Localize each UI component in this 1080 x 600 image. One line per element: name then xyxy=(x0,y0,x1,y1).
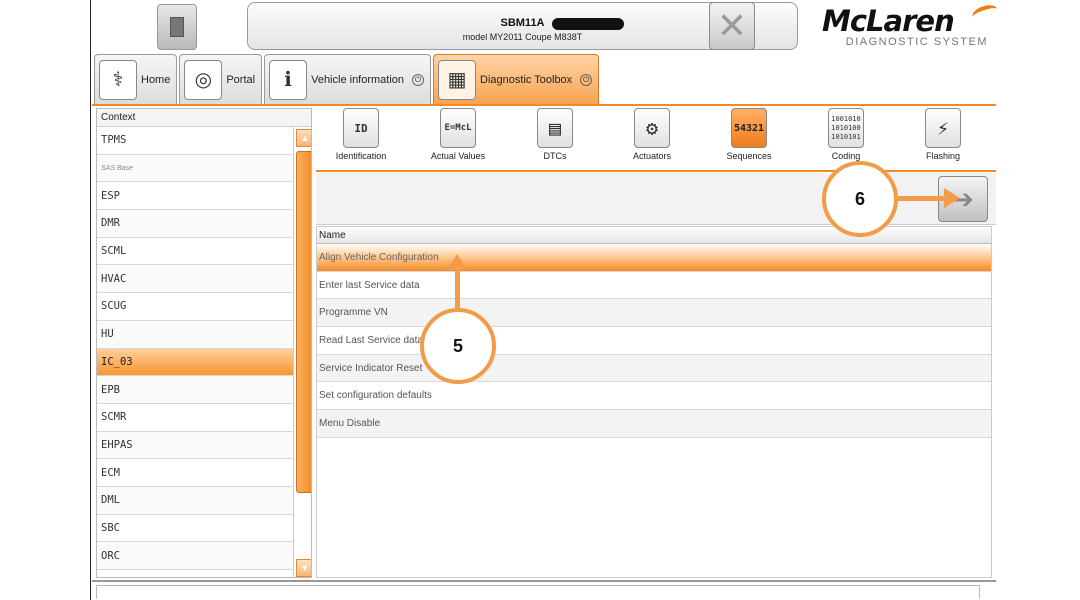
tab-divider xyxy=(92,104,996,106)
vin-label: SBM11A xyxy=(500,17,625,30)
context-item-hvac[interactable]: HVAC xyxy=(97,265,311,294)
dtcs-document-icon: ▤ xyxy=(537,108,573,148)
tool-sequences[interactable]: 54321 Sequences xyxy=(704,108,794,161)
car-info-icon: ℹ xyxy=(269,59,308,100)
mclaren-logo: McLaren DIAGNOSTIC SYSTEM xyxy=(822,2,1002,48)
main-tabs: ⚕ Home ◎ Portal ℹ Vehicle information ⏻ … xyxy=(94,54,600,104)
context-item-tpms[interactable]: TPMS xyxy=(97,127,311,155)
annotation-callout-5: 5 xyxy=(420,308,496,384)
application-window: SBM11A model MY2011 Coupe M838T ✕ McLare… xyxy=(92,0,1000,580)
tool-dtcs[interactable]: ▤ DTCs xyxy=(510,108,600,161)
context-item-ehpas[interactable]: EHPAS xyxy=(97,431,311,460)
annotation-6-label: 6 xyxy=(854,188,865,209)
context-item-scmr[interactable]: SCMR xyxy=(97,404,311,432)
sequence-rows: Align Vehicle Configuration Enter last S… xyxy=(317,244,991,438)
sequence-table: Name Align Vehicle Configuration Enter l… xyxy=(316,226,992,578)
sequence-row-read-last-service-data[interactable]: Read Last Service data xyxy=(317,327,991,355)
tab-vehicle-information[interactable]: ℹ Vehicle information ⏻ xyxy=(264,54,432,104)
coding-binary-icon: 1001010 1010100 1010101 xyxy=(828,108,864,148)
annotation-5-arrow-head-icon xyxy=(447,254,467,270)
sequence-row-enter-last-service-data[interactable]: Enter last Service data xyxy=(317,272,991,300)
sequence-row-menu-disable[interactable]: Menu Disable xyxy=(317,410,991,438)
context-item-scml[interactable]: SCML xyxy=(97,238,311,266)
context-header: Context xyxy=(97,109,311,127)
flashing-icon: ⚡ xyxy=(925,108,961,148)
context-item-dml[interactable]: DML xyxy=(97,486,311,515)
scroll-down-arrow-icon[interactable]: ▼ xyxy=(296,559,311,577)
tab-diagnostic-toolbox[interactable]: ▦ Diagnostic Toolbox ⏻ xyxy=(433,54,600,104)
close-vehicle-button[interactable]: ✕ xyxy=(709,2,755,50)
sequence-row-align-vehicle-configuration[interactable]: Align Vehicle Configuration xyxy=(317,244,991,272)
actuators-icon: ⚙ xyxy=(634,108,670,148)
context-item-orc[interactable]: ORC xyxy=(97,542,311,570)
frame-border xyxy=(90,0,91,600)
tool-dtcs-label: DTCs xyxy=(543,151,567,161)
close-icon: ✕ xyxy=(716,5,748,47)
annotation-callout-6: 6 xyxy=(822,161,898,237)
stethoscope-icon: ⚕ xyxy=(99,59,137,100)
tab-home[interactable]: ⚕ Home xyxy=(94,54,178,104)
tool-actual-values[interactable]: E=McL Actual Values xyxy=(413,108,503,161)
diagnostic-toolbox-bar: ID Identification E=McL Actual Values ▤ … xyxy=(316,108,996,170)
tool-actuators-label: Actuators xyxy=(632,151,672,161)
power-icon[interactable]: ⏻ xyxy=(412,73,425,86)
status-bar xyxy=(96,585,980,599)
tool-coding[interactable]: 1001010 1010100 1010101 Coding xyxy=(801,108,891,161)
context-item-ecm[interactable]: ECM xyxy=(97,459,311,487)
scroll-thumb[interactable] xyxy=(296,151,311,493)
sequence-column-header: Name xyxy=(317,227,991,244)
tool-actuators[interactable]: ⚙ Actuators xyxy=(607,108,697,161)
tool-coding-label: Coding xyxy=(831,151,861,161)
actual-values-icon: E=McL xyxy=(440,108,476,148)
toolbox-icon: ▦ xyxy=(438,59,477,100)
tab-home-label: Home xyxy=(141,73,171,86)
tab-portal[interactable]: ◎ Portal xyxy=(179,54,263,104)
context-item-sbc[interactable]: SBC xyxy=(97,515,311,543)
context-item-scug[interactable]: SCUG xyxy=(97,293,311,321)
tool-flashing[interactable]: ⚡ Flashing xyxy=(898,108,988,161)
logo-subtitle: DIAGNOSTIC SYSTEM xyxy=(845,36,988,48)
identification-icon: ID xyxy=(343,108,379,148)
tool-flashing-label: Flashing xyxy=(925,151,961,161)
vin-redaction xyxy=(552,18,625,30)
sequence-row-programme-vn[interactable]: Programme VN xyxy=(317,299,991,328)
tab-portal-label: Portal xyxy=(226,73,256,86)
tool-identification[interactable]: ID Identification xyxy=(316,108,406,161)
context-item-ic-03[interactable]: IC_03 xyxy=(97,348,311,377)
toolbox-divider xyxy=(316,170,996,172)
context-item-esp[interactable]: ESP xyxy=(97,182,311,211)
scroll-up-arrow-icon[interactable]: ▲ xyxy=(296,129,311,147)
sequence-row-set-configuration-defaults[interactable]: Set configuration defaults xyxy=(317,382,991,411)
sequence-row-service-indicator-reset[interactable]: Service Indicator Reset xyxy=(317,354,991,383)
power-icon[interactable]: ⏻ xyxy=(580,73,593,86)
context-items: TPMS SAS Base ESP DMR SCML HVAC SCUG HU … xyxy=(97,127,311,570)
tool-sequences-label: Sequences xyxy=(726,151,772,161)
annotation-6-arrow-shaft xyxy=(896,196,948,201)
context-item-sas-base[interactable]: SAS Base xyxy=(97,154,311,183)
annotation-5-label: 5 xyxy=(452,335,463,356)
sequences-icon: 54321 xyxy=(731,108,767,148)
annotation-6-arrow-head-icon xyxy=(944,188,960,208)
tab-diagnostic-toolbox-label: Diagnostic Toolbox xyxy=(480,73,573,86)
spiral-icon: ◎ xyxy=(184,59,223,100)
tab-vehicle-information-label: Vehicle information xyxy=(311,73,405,86)
context-item-epb[interactable]: EPB xyxy=(97,376,311,404)
context-item-dmr[interactable]: DMR xyxy=(97,210,311,238)
tool-identification-label: Identification xyxy=(335,151,387,161)
context-scrollbar[interactable]: ▲ ▼ xyxy=(293,127,311,577)
window-bottom-border xyxy=(92,580,996,582)
context-list: Context TPMS SAS Base ESP DMR SCML HVAC … xyxy=(96,108,312,578)
context-item-hu[interactable]: HU xyxy=(97,320,311,349)
tool-actual-values-label: Actual Values xyxy=(430,151,486,161)
